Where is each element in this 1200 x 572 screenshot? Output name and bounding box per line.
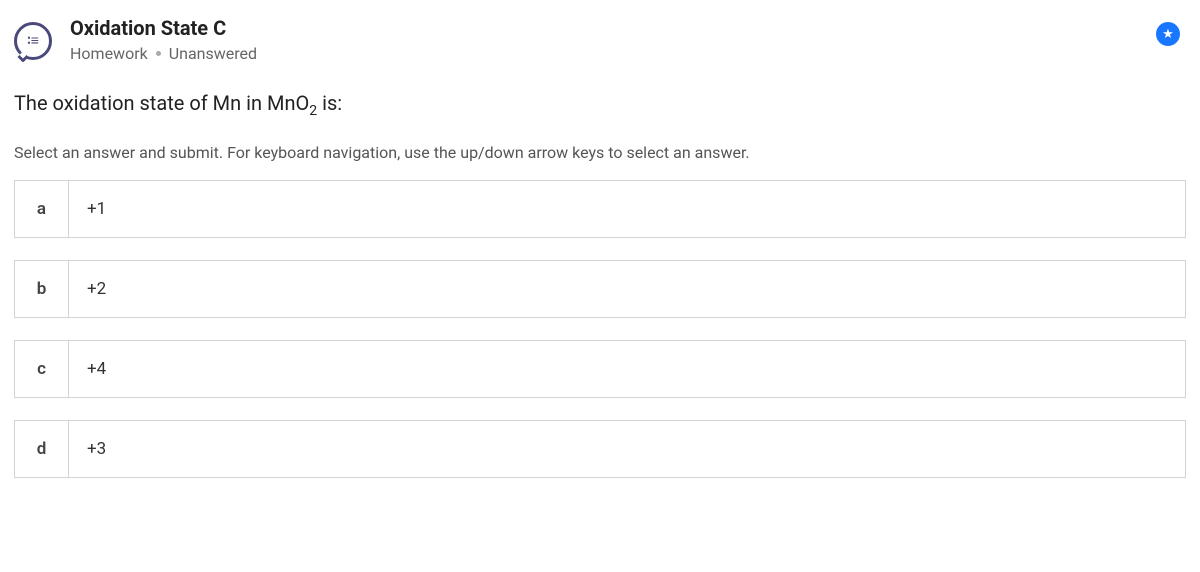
- answer-option-a[interactable]: a +1: [14, 180, 1186, 238]
- question-title: Oxidation State C: [70, 16, 1156, 40]
- question-subtitle: Homework Unanswered: [70, 44, 1156, 63]
- answer-options: a +1 b +2 c +4 d +3: [0, 180, 1200, 478]
- star-icon: ★: [1162, 27, 1174, 42]
- option-letter: c: [15, 341, 69, 397]
- question-prefix: The oxidation state of Mn in: [14, 91, 267, 115]
- question-category: Homework: [70, 44, 148, 63]
- question-header: ∶≡ Oxidation State C Homework Unanswered…: [0, 0, 1200, 71]
- chemical-formula: MnO2: [267, 91, 317, 115]
- question-status: Unanswered: [169, 44, 257, 63]
- option-text: +4: [69, 341, 1185, 397]
- option-text: +2: [69, 261, 1185, 317]
- option-letter: d: [15, 421, 69, 477]
- question-text: The oxidation state of Mn in MnO2 is:: [0, 71, 1200, 125]
- option-letter: a: [15, 181, 69, 237]
- separator-dot: [156, 51, 161, 56]
- question-type-icon: ∶≡: [14, 22, 52, 60]
- option-text: +1: [69, 181, 1185, 237]
- option-letter: b: [15, 261, 69, 317]
- bookmark-button[interactable]: ★: [1156, 22, 1180, 46]
- instruction-text: Select an answer and submit. For keyboar…: [0, 125, 1200, 180]
- answer-option-c[interactable]: c +4: [14, 340, 1186, 398]
- option-text: +3: [69, 421, 1185, 477]
- answer-option-d[interactable]: d +3: [14, 420, 1186, 478]
- list-icon: ∶≡: [27, 34, 39, 48]
- question-suffix: is:: [317, 91, 342, 115]
- answer-option-b[interactable]: b +2: [14, 260, 1186, 318]
